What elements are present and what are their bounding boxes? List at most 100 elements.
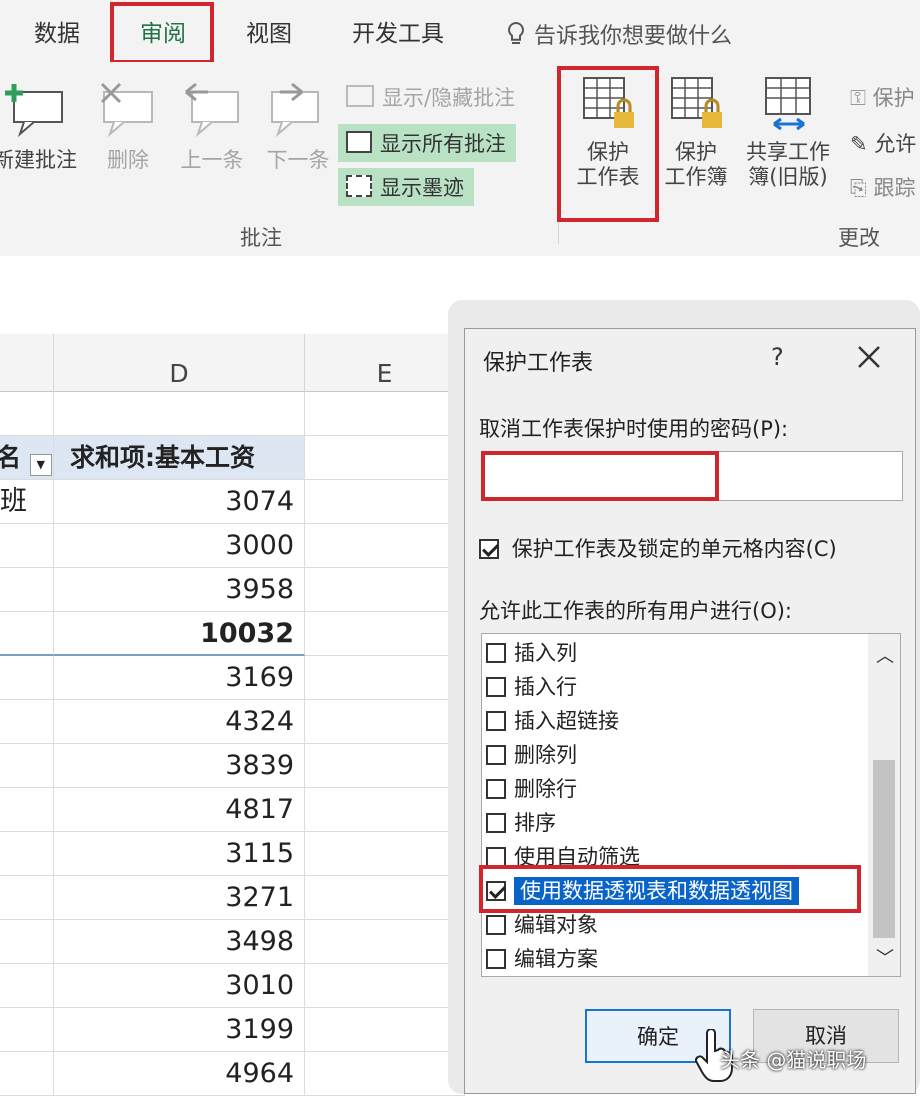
permission-checkbox[interactable] xyxy=(486,915,506,935)
empty-cell[interactable] xyxy=(305,480,465,524)
show-all-comments-button[interactable]: 显示所有批注 xyxy=(338,124,516,162)
protect-share-button[interactable]: ⚿ 保护 xyxy=(850,82,915,112)
row-label-cell[interactable] xyxy=(0,832,54,876)
new-comment-label: 新建批注 xyxy=(0,148,77,172)
empty-cell[interactable] xyxy=(305,612,465,656)
column-header-d[interactable]: D xyxy=(54,334,305,392)
row-label-cell[interactable] xyxy=(0,524,54,568)
value-cell[interactable]: 3271 xyxy=(54,876,305,920)
empty-cell[interactable] xyxy=(305,876,465,920)
share-workbook-button[interactable]: 共享工作 簿(旧版) xyxy=(738,72,838,190)
row-label-cell[interactable] xyxy=(0,1052,54,1096)
permission-option[interactable]: 排序 xyxy=(486,806,556,840)
empty-cell[interactable] xyxy=(305,832,465,876)
pivot-row-label-header[interactable]: 名 ▼ xyxy=(0,436,54,480)
empty-cell[interactable] xyxy=(305,568,465,612)
row-label-cell[interactable] xyxy=(0,1008,54,1052)
row-label-cell[interactable] xyxy=(0,700,54,744)
permission-checkbox[interactable] xyxy=(486,949,506,969)
scroll-up-icon[interactable]: ︿ xyxy=(876,642,894,668)
scroll-down-icon[interactable]: ﹀ xyxy=(876,944,894,970)
permission-option[interactable]: 删除列 xyxy=(486,738,577,772)
show-ink-label: 显示墨迹 xyxy=(380,176,464,200)
value-cell[interactable]: 4324 xyxy=(54,700,305,744)
column-header-c[interactable] xyxy=(0,334,54,392)
show-hide-comment-button[interactable]: 显示/隐藏批注 xyxy=(346,82,515,112)
value-cell[interactable]: 4964 xyxy=(54,1052,305,1096)
value-cell[interactable]: 3839 xyxy=(54,744,305,788)
protect-sheet-dialog: 保护工作表 ? 取消工作表保护时使用的密码(P): 保护工作表及锁定的单元格内容… xyxy=(464,328,916,1094)
permission-option[interactable]: 插入行 xyxy=(486,670,577,704)
row-label-cell[interactable]: 班 xyxy=(0,480,54,524)
tell-me-search[interactable]: 告诉我你想要做什么 xyxy=(506,18,732,50)
permission-option[interactable]: 编辑对象 xyxy=(486,908,598,942)
permission-option[interactable]: 插入列 xyxy=(486,636,577,670)
permission-label: 编辑对象 xyxy=(514,913,598,937)
protect-locked-checkbox[interactable] xyxy=(479,539,499,559)
empty-cell[interactable] xyxy=(305,1052,465,1096)
value-cell[interactable]: 3115 xyxy=(54,832,305,876)
empty-cell[interactable] xyxy=(305,788,465,832)
empty-cell[interactable] xyxy=(305,436,465,480)
permission-checkbox[interactable] xyxy=(486,813,506,833)
delete-comment-button[interactable]: 删除 xyxy=(96,82,160,173)
permission-checkbox[interactable] xyxy=(486,847,506,867)
tab-view[interactable]: 视图 xyxy=(246,14,292,48)
permissions-listbox[interactable]: 编辑方案 编辑对象 使用数据透视表和数据透视图 使用自动筛选 排序 删除行 删除列 插入超链接… xyxy=(481,633,901,977)
row-label-cell[interactable] xyxy=(0,656,54,700)
permission-checkbox[interactable] xyxy=(486,745,506,765)
next-comment-button[interactable]: 下一条 xyxy=(258,82,338,173)
pivot-value-header[interactable]: 求和项:基本工资 xyxy=(54,436,305,480)
value-cell[interactable]: 3010 xyxy=(54,964,305,1008)
empty-cell[interactable] xyxy=(0,392,54,436)
permission-option[interactable]: 插入超链接 xyxy=(486,704,619,738)
value-cell[interactable]: 3074 xyxy=(54,480,305,524)
empty-cell[interactable] xyxy=(305,700,465,744)
empty-cell[interactable] xyxy=(305,964,465,1008)
value-cell[interactable]: 10032 xyxy=(54,612,305,656)
permission-checkbox[interactable] xyxy=(486,779,506,799)
value-cell[interactable]: 3498 xyxy=(54,920,305,964)
help-button[interactable]: ? xyxy=(771,343,784,371)
value-cell[interactable]: 3958 xyxy=(54,568,305,612)
value-cell[interactable]: 3000 xyxy=(54,524,305,568)
listbox-scrollbar[interactable]: ︿ ﹀ xyxy=(868,634,900,976)
row-label-cell[interactable] xyxy=(0,612,54,656)
tab-data[interactable]: 数据 xyxy=(34,14,80,48)
row-label-cell[interactable] xyxy=(0,744,54,788)
row-label-cell[interactable] xyxy=(0,788,54,832)
permission-option[interactable]: 编辑方案 xyxy=(486,942,598,976)
permission-checkbox[interactable] xyxy=(486,677,506,697)
empty-cell[interactable] xyxy=(54,392,305,436)
value-cell[interactable]: 4817 xyxy=(54,788,305,832)
row-label-cell[interactable] xyxy=(0,876,54,920)
permission-checkbox[interactable] xyxy=(486,711,506,731)
value-cell[interactable]: 3199 xyxy=(54,1008,305,1052)
show-ink-button[interactable]: 显示墨迹 xyxy=(338,168,474,206)
empty-cell[interactable] xyxy=(305,1008,465,1052)
track-changes-button[interactable]: ⎘ 跟踪 xyxy=(850,172,915,202)
empty-cell[interactable] xyxy=(305,524,465,568)
column-header-e[interactable]: E xyxy=(305,334,465,392)
value-cell[interactable]: 3169 xyxy=(54,656,305,700)
protect-share-label: 保护 xyxy=(872,86,915,110)
new-comment-button[interactable]: 新建批注 xyxy=(0,82,90,173)
empty-cell[interactable] xyxy=(305,920,465,964)
protect-locked-option[interactable]: 保护工作表及锁定的单元格内容(C) xyxy=(479,533,837,563)
row-label-cell[interactable] xyxy=(0,964,54,1008)
delete-label: 删除 xyxy=(107,148,149,172)
row-label-cell[interactable] xyxy=(0,568,54,612)
empty-cell[interactable] xyxy=(305,656,465,700)
permission-checkbox[interactable] xyxy=(486,643,506,663)
previous-comment-button[interactable]: 上一条 xyxy=(172,82,252,173)
filter-dropdown-icon[interactable]: ▼ xyxy=(29,454,52,476)
permission-option[interactable]: 删除行 xyxy=(486,772,577,806)
close-icon[interactable] xyxy=(855,343,883,371)
protect-workbook-button[interactable]: 保护 工作簿 xyxy=(656,72,736,190)
allow-edit-ranges-button[interactable]: ✎ 允许 xyxy=(850,128,916,158)
tab-developer[interactable]: 开发工具 xyxy=(352,14,444,48)
scroll-thumb[interactable] xyxy=(873,760,895,938)
empty-cell[interactable] xyxy=(305,392,465,436)
empty-cell[interactable] xyxy=(305,744,465,788)
row-label-cell[interactable] xyxy=(0,920,54,964)
